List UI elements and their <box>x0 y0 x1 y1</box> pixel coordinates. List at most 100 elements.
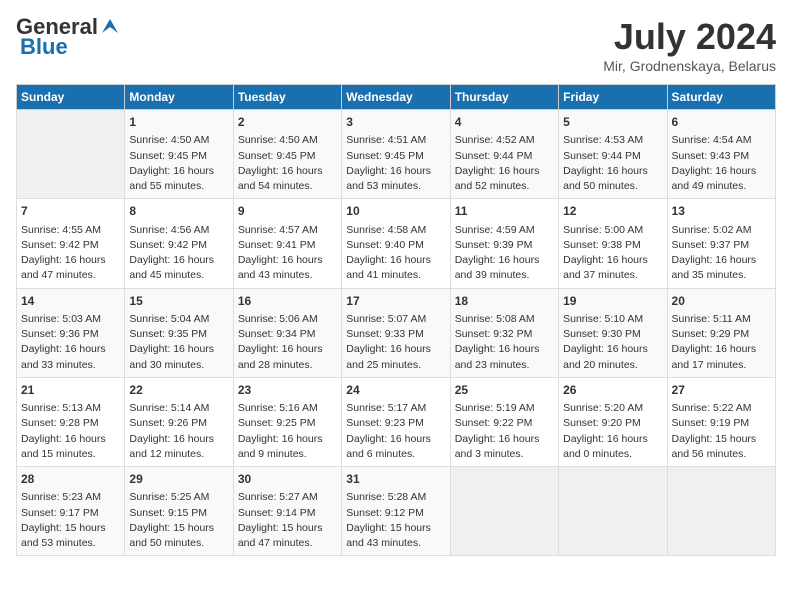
calendar-table: SundayMondayTuesdayWednesdayThursdayFrid… <box>16 84 776 556</box>
day-number: 14 <box>21 293 120 310</box>
day-number: 4 <box>455 114 554 131</box>
day-info: and 52 minutes. <box>455 179 554 194</box>
day-info: and 17 minutes. <box>672 358 771 373</box>
day-number: 26 <box>563 382 662 399</box>
calendar-cell: 2Sunrise: 4:50 AMSunset: 9:45 PMDaylight… <box>233 110 341 199</box>
day-info: Sunrise: 5:02 AM <box>672 223 771 238</box>
logo-bird-icon <box>100 17 120 37</box>
calendar-cell: 7Sunrise: 4:55 AMSunset: 9:42 PMDaylight… <box>17 199 125 288</box>
day-number: 15 <box>129 293 228 310</box>
day-info: Daylight: 16 hours <box>238 432 337 447</box>
day-info: Sunset: 9:34 PM <box>238 327 337 342</box>
location-subtitle: Mir, Grodnenskaya, Belarus <box>603 58 776 74</box>
calendar-cell: 31Sunrise: 5:28 AMSunset: 9:12 PMDayligh… <box>342 467 450 556</box>
day-info: Sunrise: 5:22 AM <box>672 401 771 416</box>
day-info: Daylight: 16 hours <box>346 342 445 357</box>
calendar-week-row: 7Sunrise: 4:55 AMSunset: 9:42 PMDaylight… <box>17 199 776 288</box>
day-info: Sunrise: 5:14 AM <box>129 401 228 416</box>
day-number: 24 <box>346 382 445 399</box>
column-header-sunday: Sunday <box>17 85 125 110</box>
day-info: Daylight: 16 hours <box>21 432 120 447</box>
day-info: Sunrise: 5:08 AM <box>455 312 554 327</box>
calendar-cell: 15Sunrise: 5:04 AMSunset: 9:35 PMDayligh… <box>125 288 233 377</box>
day-info: and 12 minutes. <box>129 447 228 462</box>
column-header-saturday: Saturday <box>667 85 775 110</box>
day-info: Sunrise: 4:58 AM <box>346 223 445 238</box>
day-info: Sunrise: 5:00 AM <box>563 223 662 238</box>
calendar-cell <box>559 467 667 556</box>
column-header-monday: Monday <box>125 85 233 110</box>
day-number: 17 <box>346 293 445 310</box>
day-info: Sunset: 9:45 PM <box>129 149 228 164</box>
day-info: Sunset: 9:41 PM <box>238 238 337 253</box>
day-info: and 50 minutes. <box>563 179 662 194</box>
day-info: Sunrise: 4:51 AM <box>346 133 445 148</box>
day-number: 12 <box>563 203 662 220</box>
day-info: and 55 minutes. <box>129 179 228 194</box>
day-info: and 23 minutes. <box>455 358 554 373</box>
day-info: Sunrise: 5:20 AM <box>563 401 662 416</box>
calendar-week-row: 14Sunrise: 5:03 AMSunset: 9:36 PMDayligh… <box>17 288 776 377</box>
day-info: and 41 minutes. <box>346 268 445 283</box>
day-info: Sunrise: 5:03 AM <box>21 312 120 327</box>
day-number: 1 <box>129 114 228 131</box>
day-info: Sunset: 9:36 PM <box>21 327 120 342</box>
day-number: 27 <box>672 382 771 399</box>
day-number: 25 <box>455 382 554 399</box>
day-info: Sunrise: 5:28 AM <box>346 490 445 505</box>
day-info: Sunset: 9:25 PM <box>238 416 337 431</box>
day-info: Sunrise: 4:59 AM <box>455 223 554 238</box>
day-info: Sunset: 9:22 PM <box>455 416 554 431</box>
day-info: Daylight: 16 hours <box>129 164 228 179</box>
day-number: 2 <box>238 114 337 131</box>
day-info: Daylight: 16 hours <box>238 164 337 179</box>
day-info: Daylight: 16 hours <box>21 253 120 268</box>
page-header: General Blue July 2024 Mir, Grodnenskaya… <box>16 16 776 74</box>
day-info: Sunset: 9:15 PM <box>129 506 228 521</box>
day-info: Sunset: 9:29 PM <box>672 327 771 342</box>
day-info: and 43 minutes. <box>346 536 445 551</box>
day-info: Sunset: 9:37 PM <box>672 238 771 253</box>
day-info: Sunset: 9:14 PM <box>238 506 337 521</box>
day-number: 5 <box>563 114 662 131</box>
calendar-cell: 29Sunrise: 5:25 AMSunset: 9:15 PMDayligh… <box>125 467 233 556</box>
day-info: Sunrise: 4:54 AM <box>672 133 771 148</box>
day-info: Sunrise: 5:19 AM <box>455 401 554 416</box>
day-number: 30 <box>238 471 337 488</box>
day-number: 22 <box>129 382 228 399</box>
day-info: Sunset: 9:45 PM <box>346 149 445 164</box>
day-info: Daylight: 16 hours <box>346 432 445 447</box>
day-number: 18 <box>455 293 554 310</box>
day-info: Sunset: 9:38 PM <box>563 238 662 253</box>
day-number: 3 <box>346 114 445 131</box>
day-info: Daylight: 16 hours <box>346 164 445 179</box>
day-info: and 9 minutes. <box>238 447 337 462</box>
day-info: Sunset: 9:17 PM <box>21 506 120 521</box>
column-header-tuesday: Tuesday <box>233 85 341 110</box>
calendar-cell: 17Sunrise: 5:07 AMSunset: 9:33 PMDayligh… <box>342 288 450 377</box>
day-info: Sunrise: 4:52 AM <box>455 133 554 148</box>
day-info: and 47 minutes. <box>238 536 337 551</box>
day-info: Sunrise: 5:07 AM <box>346 312 445 327</box>
day-info: Sunset: 9:42 PM <box>129 238 228 253</box>
day-info: Daylight: 16 hours <box>129 432 228 447</box>
day-info: and 25 minutes. <box>346 358 445 373</box>
day-info: Daylight: 16 hours <box>346 253 445 268</box>
day-info: and 30 minutes. <box>129 358 228 373</box>
day-number: 23 <box>238 382 337 399</box>
day-info: Daylight: 16 hours <box>21 342 120 357</box>
day-info: Daylight: 15 hours <box>129 521 228 536</box>
calendar-cell: 13Sunrise: 5:02 AMSunset: 9:37 PMDayligh… <box>667 199 775 288</box>
day-info: Daylight: 16 hours <box>563 342 662 357</box>
calendar-cell: 25Sunrise: 5:19 AMSunset: 9:22 PMDayligh… <box>450 377 558 466</box>
day-number: 13 <box>672 203 771 220</box>
calendar-cell: 11Sunrise: 4:59 AMSunset: 9:39 PMDayligh… <box>450 199 558 288</box>
day-info: and 6 minutes. <box>346 447 445 462</box>
day-info: Sunset: 9:44 PM <box>563 149 662 164</box>
calendar-cell: 23Sunrise: 5:16 AMSunset: 9:25 PMDayligh… <box>233 377 341 466</box>
day-info: Daylight: 16 hours <box>129 342 228 357</box>
calendar-cell: 21Sunrise: 5:13 AMSunset: 9:28 PMDayligh… <box>17 377 125 466</box>
day-info: Daylight: 16 hours <box>563 253 662 268</box>
calendar-cell: 26Sunrise: 5:20 AMSunset: 9:20 PMDayligh… <box>559 377 667 466</box>
day-info: Sunset: 9:40 PM <box>346 238 445 253</box>
